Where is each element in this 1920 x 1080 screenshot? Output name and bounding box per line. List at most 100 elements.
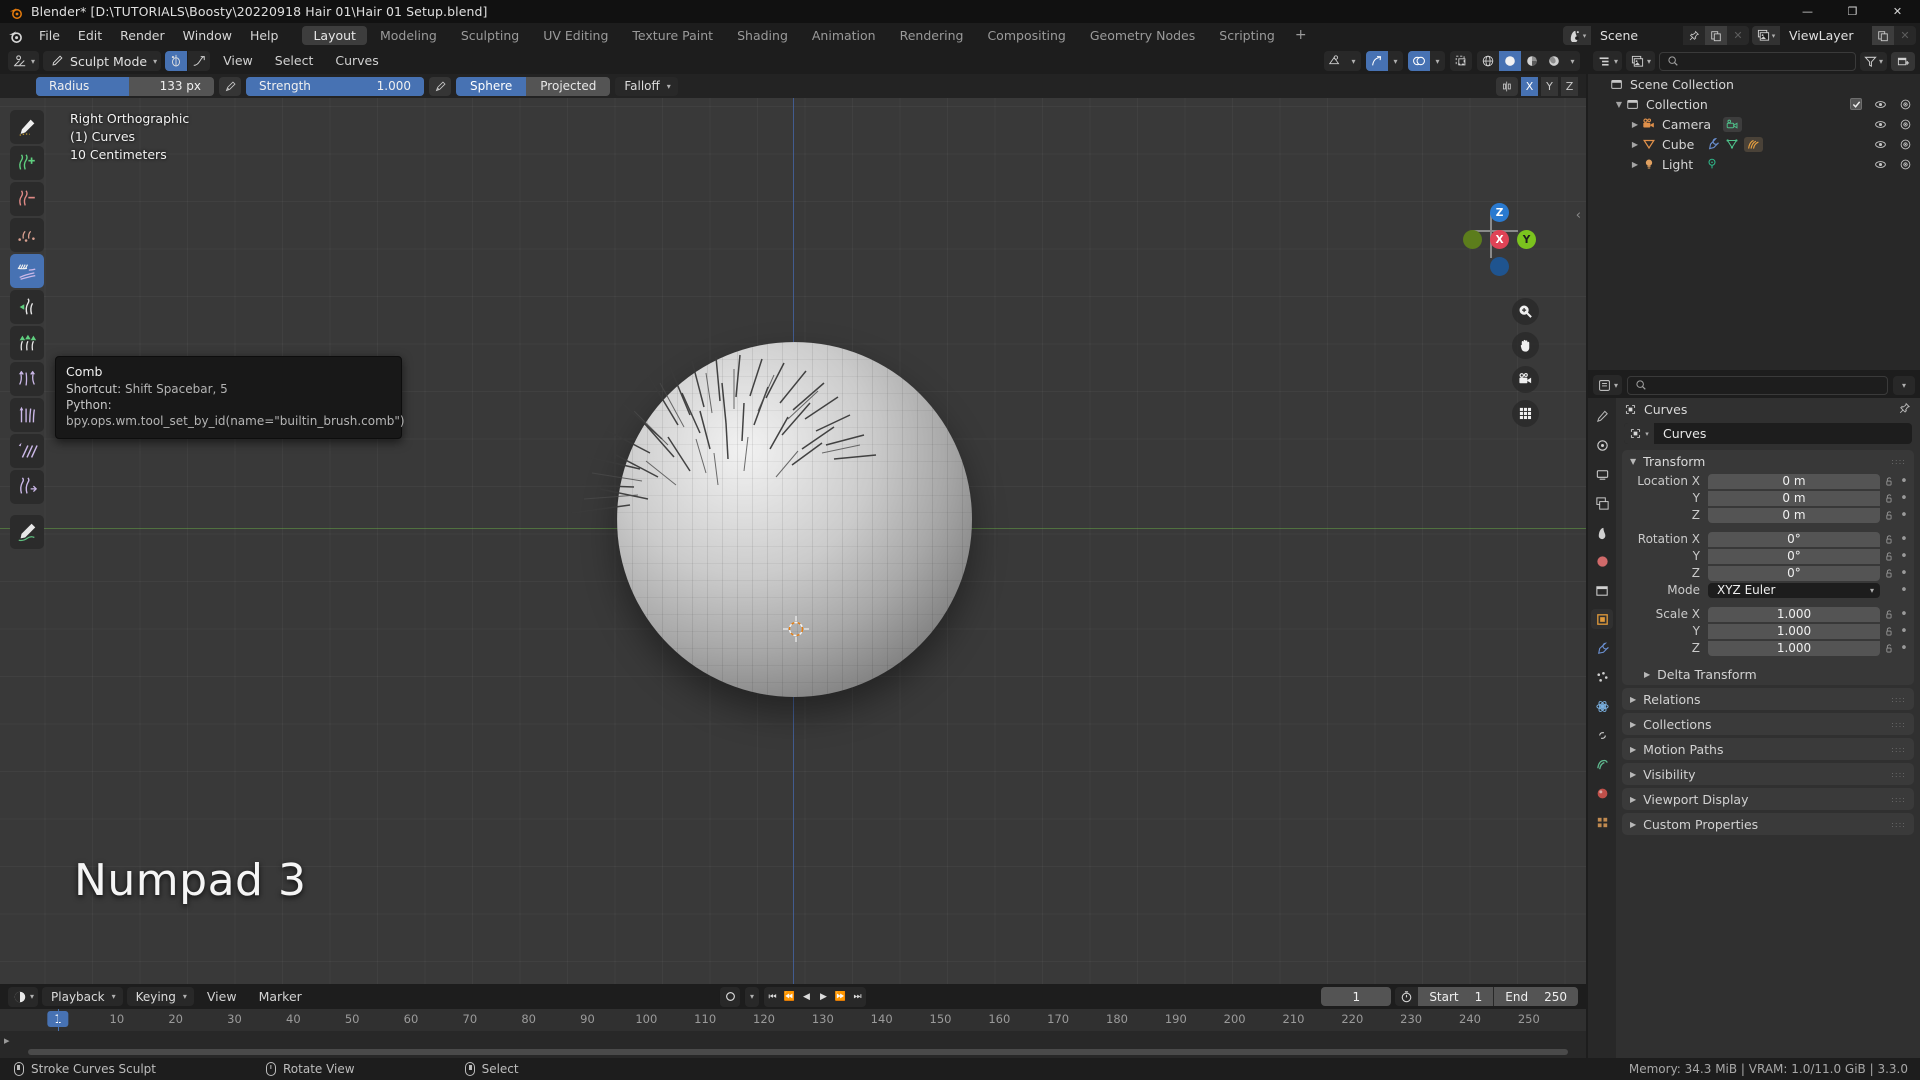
timeline-ruler[interactable]: 1 10203040506070809010011012013014015016… bbox=[0, 1009, 1586, 1031]
new-scene-icon[interactable] bbox=[1705, 26, 1727, 45]
disable-in-renders-icon[interactable] bbox=[1899, 98, 1912, 111]
disclosure-triangle-icon[interactable]: ▶ bbox=[1628, 160, 1642, 169]
outliner-editor-type[interactable]: ▾ bbox=[1593, 51, 1623, 71]
object-visibility-icon[interactable] bbox=[1324, 51, 1346, 71]
animate-scale-y-icon[interactable]: • bbox=[1898, 624, 1910, 639]
animate-location-z-icon[interactable]: • bbox=[1898, 508, 1910, 523]
animate-rotation-z-icon[interactable]: • bbox=[1898, 566, 1910, 581]
workspace-tab-layout[interactable]: Layout bbox=[302, 26, 367, 45]
properties-tab-render[interactable] bbox=[1591, 435, 1613, 455]
disclosure-triangle-icon[interactable]: ▶ bbox=[1628, 120, 1642, 129]
jump-to-start-button[interactable]: ⏮ bbox=[764, 987, 781, 1007]
add-workspace-button[interactable]: + bbox=[1287, 23, 1315, 48]
3d-viewport[interactable]: Right Orthographic (1) Curves 10 Centime… bbox=[0, 98, 1586, 984]
rotation-value-x[interactable]: 0° bbox=[1708, 531, 1880, 547]
mesh-data-icon[interactable] bbox=[1725, 137, 1739, 151]
gizmo-axis-z[interactable]: Z bbox=[1490, 203, 1509, 222]
mode-selector[interactable]: Sculpt Mode ▾ bbox=[43, 51, 162, 71]
menu-help[interactable]: Help bbox=[241, 23, 288, 48]
radius-pressure-icon[interactable] bbox=[219, 76, 241, 96]
outliner-editor[interactable]: ▾ ▾ ▾ Scene Collection ▼ Collection ▶ Camera… bbox=[1588, 48, 1920, 370]
properties-tab-physics[interactable] bbox=[1591, 696, 1613, 716]
workspace-tab-sculpting[interactable]: Sculpting bbox=[450, 26, 530, 45]
strength-pressure-icon[interactable] bbox=[429, 76, 451, 96]
falloff-shape-sphere[interactable]: Sphere bbox=[456, 76, 527, 96]
timeline-menu-view[interactable]: View bbox=[198, 987, 246, 1007]
lock-scale-y-icon[interactable] bbox=[1880, 626, 1898, 637]
symmetry-toggle-icon[interactable] bbox=[165, 51, 188, 71]
pin-icon[interactable] bbox=[1683, 26, 1705, 45]
shading-solid-icon[interactable] bbox=[1499, 51, 1521, 71]
show-overlays-icon[interactable] bbox=[1408, 51, 1430, 71]
tool-slide-brush[interactable] bbox=[10, 434, 44, 468]
pin-id-icon[interactable] bbox=[1898, 402, 1911, 418]
hide-in-viewport-icon[interactable] bbox=[1874, 138, 1887, 151]
tool-puff-brush[interactable] bbox=[10, 398, 44, 432]
properties-search-input[interactable] bbox=[1627, 375, 1888, 395]
shading-material-preview-icon[interactable] bbox=[1521, 51, 1543, 71]
animate-rotation-y-icon[interactable]: • bbox=[1898, 549, 1910, 564]
menu-render[interactable]: Render bbox=[111, 23, 174, 48]
toggle-xray-icon[interactable] bbox=[1450, 51, 1472, 71]
scene-selector[interactable]: ▾ Scene ✕ bbox=[1563, 26, 1749, 45]
viewport-menu-view[interactable]: View bbox=[214, 51, 262, 71]
workspace-tab-scripting[interactable]: Scripting bbox=[1208, 26, 1286, 45]
light-data-icon[interactable] bbox=[1705, 157, 1719, 171]
tool-draw-brush[interactable] bbox=[10, 110, 44, 144]
modifier-wrench-icon[interactable] bbox=[1706, 137, 1720, 151]
timeline-editor-type[interactable]: ▾ bbox=[8, 986, 39, 1007]
auto-keyframe-icon[interactable] bbox=[719, 986, 740, 1007]
app-menu-logo-icon[interactable] bbox=[0, 23, 30, 48]
outliner-row-scene-collection[interactable]: Scene Collection bbox=[1588, 74, 1920, 94]
previous-keyframe-button[interactable]: ⏪ bbox=[781, 987, 798, 1007]
gizmo-dropdown-chevron-down-icon[interactable]: ▾ bbox=[1388, 51, 1403, 71]
properties-tab-collection[interactable] bbox=[1591, 580, 1613, 600]
keying-set-selector[interactable]: ▾ bbox=[744, 986, 760, 1007]
workspace-tab-modeling[interactable]: Modeling bbox=[369, 26, 448, 45]
outliner-filter-button[interactable]: ▾ bbox=[1859, 51, 1887, 71]
lock-scale-x-icon[interactable] bbox=[1880, 609, 1898, 620]
visibility-dropdown-chevron-down-icon[interactable]: ▾ bbox=[1346, 51, 1361, 71]
rotation-mode-dropdown[interactable]: XYZ Euler ▾ bbox=[1708, 582, 1880, 598]
properties-tab-view-layer[interactable] bbox=[1591, 493, 1613, 513]
gizmo-axis-neg-y[interactable] bbox=[1463, 230, 1482, 249]
viewlayer-name[interactable]: ViewLayer bbox=[1780, 26, 1872, 45]
location-value-z[interactable]: 0 m bbox=[1708, 507, 1880, 523]
panel-visibility[interactable]: ▶ Visibility:::: bbox=[1622, 763, 1914, 785]
animate-rotation-x-icon[interactable]: • bbox=[1898, 532, 1910, 547]
show-gizmo-icon[interactable] bbox=[1366, 51, 1388, 71]
transform-panel-header[interactable]: ▼ Transform :::: bbox=[1622, 450, 1914, 472]
symmetry-axis-x[interactable]: X bbox=[1521, 76, 1538, 96]
end-frame-field[interactable]: End 250 bbox=[1494, 987, 1578, 1006]
scale-value-y[interactable]: 1.000 bbox=[1708, 623, 1880, 639]
viewlayer-selector[interactable]: ▾ ViewLayer ✕ bbox=[1752, 26, 1916, 45]
lock-rotation-y-icon[interactable] bbox=[1880, 551, 1898, 562]
disable-in-renders-icon[interactable] bbox=[1899, 158, 1912, 171]
viewport-menu-curves[interactable]: Curves bbox=[326, 51, 387, 71]
hide-in-viewport-icon[interactable] bbox=[1874, 98, 1887, 111]
unlink-viewlayer-icon[interactable]: ✕ bbox=[1894, 26, 1916, 45]
tool-comb-brush[interactable] bbox=[10, 254, 44, 288]
panel-collections[interactable]: ▶ Collections:::: bbox=[1622, 713, 1914, 735]
hide-in-viewport-icon[interactable] bbox=[1874, 158, 1887, 171]
timeline-channel-expand-icon[interactable]: ▸ bbox=[4, 1034, 10, 1047]
properties-tab-particles[interactable] bbox=[1591, 667, 1613, 687]
outliner-row-collection[interactable]: ▼ Collection bbox=[1588, 94, 1920, 114]
strength-slider[interactable]: Strength 1.000 bbox=[246, 76, 424, 96]
lock-location-x-icon[interactable] bbox=[1880, 476, 1898, 487]
use-preview-range-icon[interactable] bbox=[1395, 987, 1417, 1006]
menu-file[interactable]: File bbox=[30, 23, 69, 48]
hide-in-viewport-icon[interactable] bbox=[1874, 118, 1887, 131]
tool-grow-shrink-brush[interactable] bbox=[10, 326, 44, 360]
toggle-ortho-icon[interactable] bbox=[1512, 400, 1539, 427]
workspace-tab-rendering[interactable]: Rendering bbox=[889, 26, 975, 45]
shading-rendered-icon[interactable] bbox=[1543, 51, 1565, 71]
jump-to-end-button[interactable]: ⏭ bbox=[849, 987, 866, 1007]
unlink-scene-icon[interactable]: ✕ bbox=[1727, 26, 1749, 45]
minimize-button[interactable]: — bbox=[1785, 0, 1830, 23]
menu-window[interactable]: Window bbox=[174, 23, 241, 48]
timeline-body[interactable] bbox=[0, 1031, 1586, 1058]
properties-editor-type[interactable]: ▾ bbox=[1593, 375, 1623, 395]
viewport-sidebar-collapse-icon[interactable]: ‹ bbox=[1576, 208, 1581, 223]
panel-relations[interactable]: ▶ Relations:::: bbox=[1622, 688, 1914, 710]
